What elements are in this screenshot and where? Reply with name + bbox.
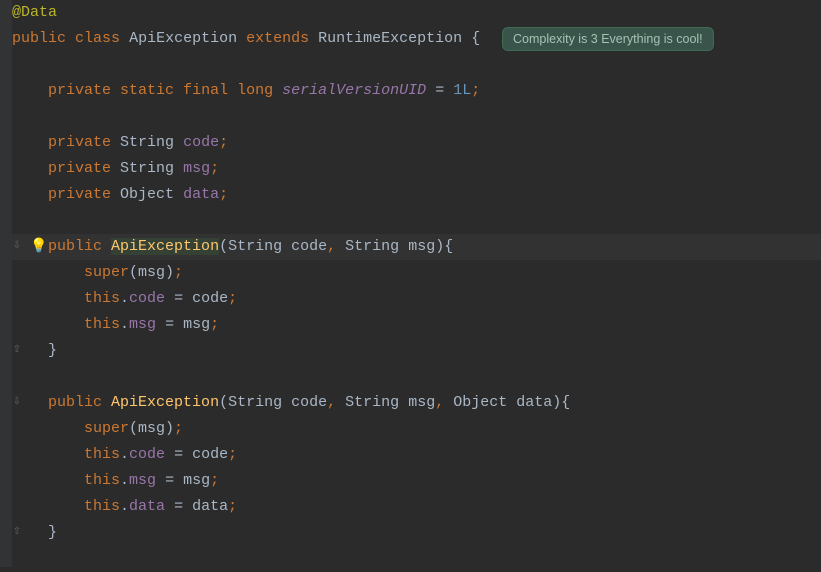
code-line: this.code = code;	[12, 286, 821, 312]
override-down-icon[interactable]: ⇩	[10, 234, 24, 260]
code-editor[interactable]: @Data public class ApiException extends …	[0, 0, 821, 572]
override-up-icon[interactable]: ⇧	[10, 338, 24, 364]
code-line: @Data	[12, 0, 821, 26]
code-line: ⇧ }	[12, 520, 821, 546]
code-line: super(msg);	[12, 416, 821, 442]
complexity-hint-badge: Complexity is 3 Everything is cool!	[502, 27, 714, 51]
code-line	[12, 52, 821, 78]
code-line: this.msg = msg;	[12, 468, 821, 494]
code-line: public class ApiException extends Runtim…	[12, 26, 821, 52]
code-line: private Object data;	[12, 182, 821, 208]
code-line: this.code = code;	[12, 442, 821, 468]
annotation: @Data	[12, 4, 57, 21]
code-line: private String msg;	[12, 156, 821, 182]
code-line: this.data = data;	[12, 494, 821, 520]
code-line: ⇧ }	[12, 338, 821, 364]
code-line: private static final long serialVersionU…	[12, 78, 821, 104]
code-line: ⇩ public ApiException(String code, Strin…	[12, 390, 821, 416]
code-line	[12, 364, 821, 390]
code-line: private String code;	[12, 130, 821, 156]
constructor-name: ApiException	[111, 238, 219, 255]
override-down-icon[interactable]: ⇩	[10, 390, 24, 416]
code-line	[12, 104, 821, 130]
code-line	[12, 208, 821, 234]
intention-bulb-icon[interactable]: 💡	[30, 234, 47, 260]
code-line: super(msg);	[12, 260, 821, 286]
code-line	[12, 546, 821, 572]
code-line: ⇩💡 public ApiException(String code, Stri…	[12, 234, 821, 260]
override-up-icon[interactable]: ⇧	[10, 520, 24, 546]
constructor-name: ApiException	[111, 394, 219, 411]
code-line: this.msg = msg;	[12, 312, 821, 338]
